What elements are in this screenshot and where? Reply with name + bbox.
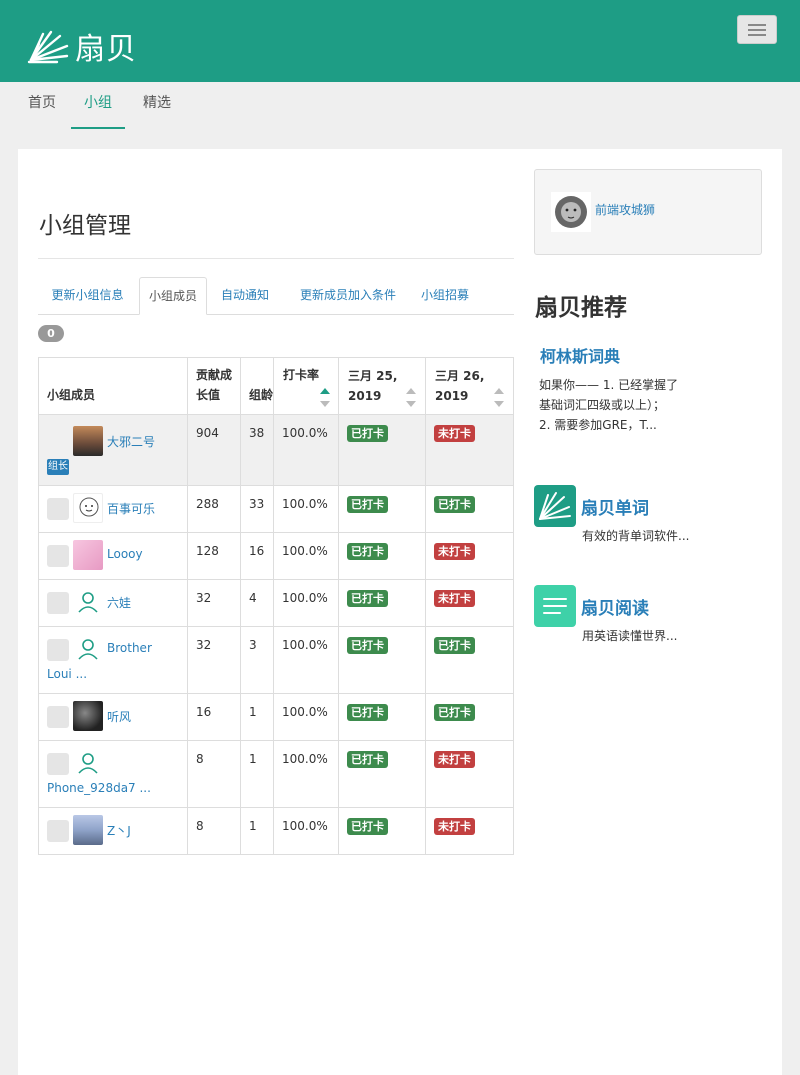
header-contribution[interactable]: 贡献成 长值 [196,365,232,405]
group-avatar[interactable] [551,192,591,232]
tab-update-group-info[interactable]: 更新小组信息 [38,277,137,315]
status-badge: 已打卡 [347,425,388,442]
status-badge: 已打卡 [347,818,388,835]
tab-group-members[interactable]: 小组成员 [139,277,207,315]
logo[interactable]: 扇贝 [27,24,137,68]
avatar[interactable] [73,540,103,570]
member-name-link[interactable]: 大邪二号 [107,433,155,450]
status-badge: 已打卡 [347,543,388,560]
nav-item-home[interactable]: 首页 [22,82,62,129]
status-badge: 未打卡 [434,751,475,768]
status-badge: 已打卡 [434,637,475,654]
status-badge: 已打卡 [347,704,388,721]
recommend-dictionary-link[interactable]: 柯林斯词典 [540,343,620,367]
avatar[interactable] [73,815,103,845]
shanbay-logo-icon [27,30,69,64]
shanbay-reading-icon[interactable] [534,585,576,627]
member-name-link[interactable]: Z丶J [107,822,131,839]
member-checkbox[interactable] [47,592,69,614]
lion-icon [555,196,587,228]
sort-day2-icon[interactable] [494,388,504,410]
logo-text: 扇贝 [75,32,137,67]
status-badge: 已打卡 [347,751,388,768]
hamburger-icon [748,24,766,26]
tab-recruit[interactable]: 小组招募 [414,277,476,315]
member-checkbox[interactable] [47,498,69,520]
app-shanbay-reading-desc: 用英语读懂世界... [582,629,678,643]
member-checkbox[interactable] [47,706,69,728]
member-checkbox[interactable] [47,639,69,661]
app-shanbay-words-link[interactable]: 扇贝单词 [581,494,649,519]
header-days[interactable]: 组龄 [249,385,273,405]
member-name-link[interactable]: 听风 [107,708,131,725]
user-icon[interactable] [77,590,99,614]
member-name-link[interactable]: 百事可乐 [107,500,155,517]
app-shanbay-reading-link[interactable]: 扇贝阅读 [581,594,649,619]
avatar[interactable] [73,701,103,731]
member-checkbox[interactable] [47,820,69,842]
header-day1[interactable]: 三月 25, 2019 [348,366,397,406]
status-badge: 未打卡 [434,425,475,442]
menu-toggle-button[interactable] [737,15,777,44]
member-checkbox[interactable] [47,545,69,567]
status-badge: 未打卡 [434,818,475,835]
user-icon[interactable] [77,751,99,775]
cartoon-face-icon [79,497,99,517]
status-badge: 未打卡 [434,590,475,607]
member-checkbox[interactable] [47,753,69,775]
header-rate[interactable]: 打卡率 [283,365,319,385]
app-shanbay-words-desc: 有效的背单词软件... [582,529,690,543]
header-day2[interactable]: 三月 26, 2019 [435,366,484,406]
page-title: 小组管理 [39,213,131,239]
status-badge: 已打卡 [434,496,475,513]
group-info-box: 前端攻城狮 [534,169,762,255]
member-name-link[interactable]: 六娃 [107,594,131,611]
top-bar: 扇贝 [0,0,800,82]
members-table: 小组成员 贡献成 长值 组龄 打卡率 三月 25, 2019 三月 26, 20… [38,357,514,855]
avatar[interactable] [73,426,103,456]
member-name-link[interactable]: Phone_928da7 ... [47,781,151,795]
tab-join-conditions[interactable]: 更新成员加入条件 [286,277,410,315]
sub-nav: 首页 小组 精选 [0,82,800,132]
avatar[interactable] [73,493,103,523]
member-name-link[interactable]: Brother [107,641,152,655]
status-badge: 未打卡 [434,543,475,560]
recommend-title: 扇贝推荐 [535,295,627,321]
status-badge: 已打卡 [434,704,475,721]
tab-auto-notify[interactable]: 自动通知 [211,277,279,315]
header-member: 小组成员 [47,388,96,402]
status-badge: 已打卡 [347,590,388,607]
member-name-link-cont[interactable]: Loui ... [47,667,87,681]
sort-day1-icon[interactable] [406,388,416,410]
status-badge: 已打卡 [347,637,388,654]
divider [38,258,514,259]
member-count-badge: 0 [38,325,64,342]
shanbay-words-icon[interactable] [534,485,576,527]
recommend-dictionary-desc: 如果你—— 1. 已经掌握了基础词汇四级或以上）； 2. 需要参加GRE，T..… [539,378,679,432]
sort-rate-icon[interactable] [320,388,330,410]
group-name-link[interactable]: 前端攻城狮 [595,201,655,218]
member-name-link[interactable]: Loooy [107,547,143,561]
tab-bar: 更新小组信息 小组成员 自动通知 更新成员加入条件 小组招募 [38,277,514,315]
admin-tag: 组长 [47,459,69,475]
status-badge: 已打卡 [347,496,388,513]
nav-item-featured[interactable]: 精选 [137,82,177,129]
user-icon[interactable] [77,637,99,661]
nav-item-groups[interactable]: 小组 [71,82,125,129]
